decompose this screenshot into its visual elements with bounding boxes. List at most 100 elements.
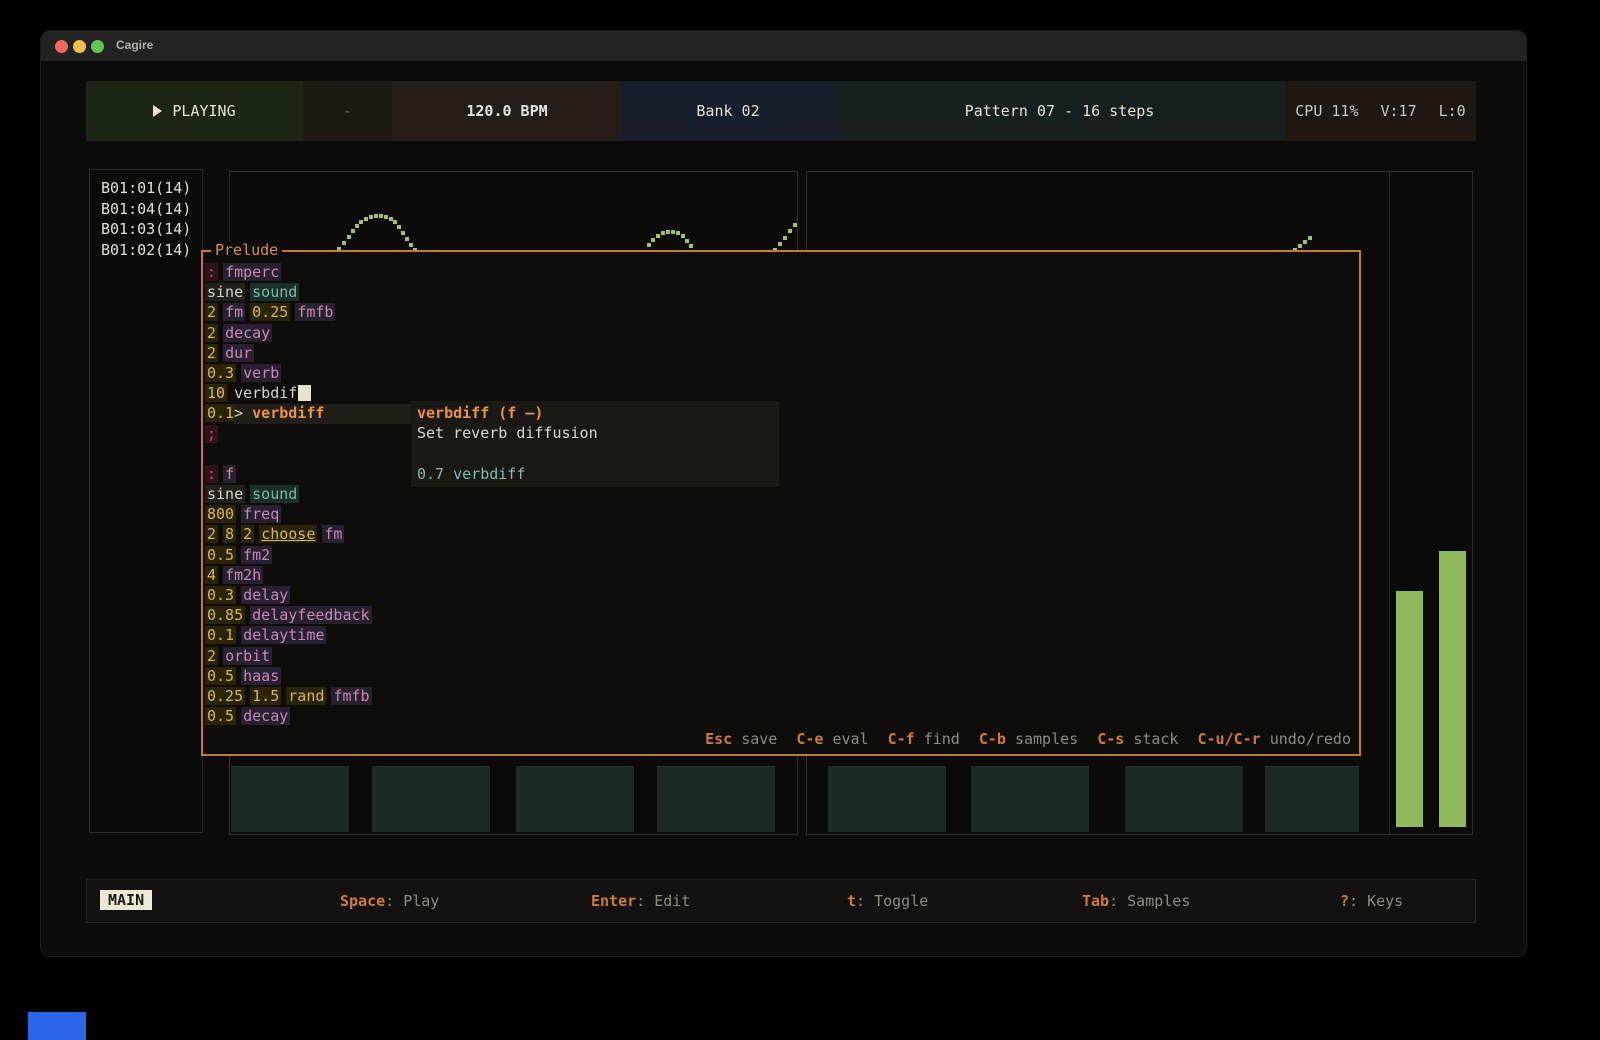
pattern-list-item[interactable]: B01:01(14) [101, 178, 202, 199]
code-token: 800 [205, 505, 236, 523]
code-token: delaytime [241, 626, 326, 644]
code-line: : f [207, 464, 370, 484]
help-hint: C-u/C-r undo/redo [1197, 730, 1351, 748]
code-line: 0.5 decay [207, 706, 370, 726]
code-line [207, 444, 370, 464]
waveform-dot [671, 230, 675, 234]
code-token: 0.5 [205, 707, 236, 725]
code-line: 0.1 delaytime [207, 625, 370, 645]
step-cell[interactable] [1265, 766, 1359, 832]
code-line: 0.5 haas [207, 666, 370, 686]
mode-badge: MAIN [100, 890, 152, 910]
code-line: 0.3 verb [207, 363, 370, 383]
help-hint: C-f find [888, 730, 960, 748]
waveform-dot [666, 230, 670, 234]
pattern-list-item[interactable]: B01:03(14) [101, 219, 202, 240]
code-token[interactable]: verbdiff [250, 404, 326, 422]
code-line: sine sound [207, 282, 370, 302]
waveform-dot [347, 235, 351, 239]
step-cell[interactable] [1125, 766, 1243, 832]
waveform-dot [661, 231, 665, 235]
taskbar-sliver [28, 1012, 86, 1040]
code-line: 0.25 1.5 rand fmfb [207, 686, 370, 706]
waveform-dot [342, 241, 346, 245]
header-bar: PLAYING - 120.0 BPM Bank 02 Pattern 07 -… [86, 81, 1476, 141]
code-token: delay [241, 586, 290, 604]
code-token: 0.85 [205, 606, 245, 624]
code-line: 2 orbit [207, 646, 370, 666]
code-token: rand [286, 687, 326, 705]
code-token: haas [241, 667, 281, 685]
statusbar-hint: ?: Keys [1340, 892, 1403, 910]
step-cell[interactable] [231, 766, 349, 832]
waveform-dot [397, 225, 401, 229]
transport-status[interactable]: PLAYING [86, 81, 303, 141]
code-token: fmfb [295, 303, 335, 321]
waveform-dot [405, 237, 409, 241]
waveform-dot [1303, 240, 1307, 244]
step-cell[interactable] [657, 766, 775, 832]
waveform-dot [364, 217, 368, 221]
code-token: 1.5 [250, 687, 281, 705]
text-cursor [298, 385, 311, 401]
step-cell[interactable] [971, 766, 1089, 832]
code-token: sound [250, 283, 299, 301]
code-line: 2 8 2 choose fm [207, 524, 370, 544]
close-button[interactable] [55, 40, 68, 53]
code-token: fmfb [331, 687, 371, 705]
code-line: 2 decay [207, 323, 370, 343]
vu-meter-bar [1439, 551, 1466, 827]
step-cell[interactable] [516, 766, 634, 832]
waveform-dot [409, 243, 413, 247]
cpu-stat: CPU 11% [1295, 102, 1358, 120]
code-line: 2 fm 0.25 fmfb [207, 302, 370, 322]
waveform-dot [778, 242, 782, 246]
code-token: fmperc [223, 263, 281, 281]
voices-stat: V:17 [1381, 102, 1417, 120]
waveform-dot [1298, 244, 1302, 248]
code-token: freq [241, 505, 281, 523]
waveform-dot [689, 244, 693, 248]
window-title: Cagire [116, 38, 153, 52]
autocomplete-signature: verbdiff (f —) [417, 403, 779, 423]
code-token: orbit [223, 647, 272, 665]
step-cell[interactable] [372, 766, 490, 832]
code-token: 0.5 [205, 546, 236, 564]
code-editor[interactable]: Prelude : fmpercsine sound2 fm 0.25 fmfb… [201, 250, 1361, 756]
maximize-button[interactable] [91, 40, 104, 53]
waveform-dot [681, 234, 685, 238]
code-line: 2 dur [207, 343, 370, 363]
statusbar-hint: Enter: Edit [591, 892, 690, 910]
waveform-dot [369, 215, 373, 219]
header-spacer: - [303, 81, 392, 141]
statusbar-hint: Tab: Samples [1082, 892, 1190, 910]
code-line: 800 freq [207, 504, 370, 524]
bpm-display: 120.0 BPM [392, 81, 622, 141]
step-cell[interactable] [828, 766, 946, 832]
waveform-dot [374, 214, 378, 218]
code-token: fm2 [241, 546, 272, 564]
code-token: fm2h [223, 566, 263, 584]
vu-meter-bar [1396, 591, 1423, 827]
code-token: 10 [205, 384, 227, 402]
code-line: 10 verbdif [207, 383, 370, 403]
code-token: f [223, 465, 236, 483]
minimize-button[interactable] [73, 40, 86, 53]
code-token: choose [259, 525, 317, 543]
pattern-list-item[interactable]: B01:04(14) [101, 199, 202, 220]
help-hint: C-b samples [979, 730, 1078, 748]
statusbar-hint: Space: Play [340, 892, 439, 910]
waveform-dot [685, 239, 689, 243]
code-line: 0.5 fm2 [207, 545, 370, 565]
pattern-list: B01:01(14)B01:04(14)B01:03(14)B01:02(14) [90, 170, 202, 260]
code-token: decay [241, 707, 290, 725]
play-icon [153, 105, 162, 117]
title-bar[interactable]: Cagire [41, 31, 1526, 62]
pattern-list-item[interactable]: B01:02(14) [101, 240, 202, 261]
code-token: fm [223, 303, 245, 321]
code-line: 0.1> verbdiff [207, 403, 370, 423]
code-token: verbdif [232, 384, 299, 402]
autocomplete-description: Set reverb diffusion [417, 423, 779, 443]
code-token: 0.5 [205, 667, 236, 685]
pattern-list-panel: B01:01(14)B01:04(14)B01:03(14)B01:02(14) [89, 169, 203, 833]
